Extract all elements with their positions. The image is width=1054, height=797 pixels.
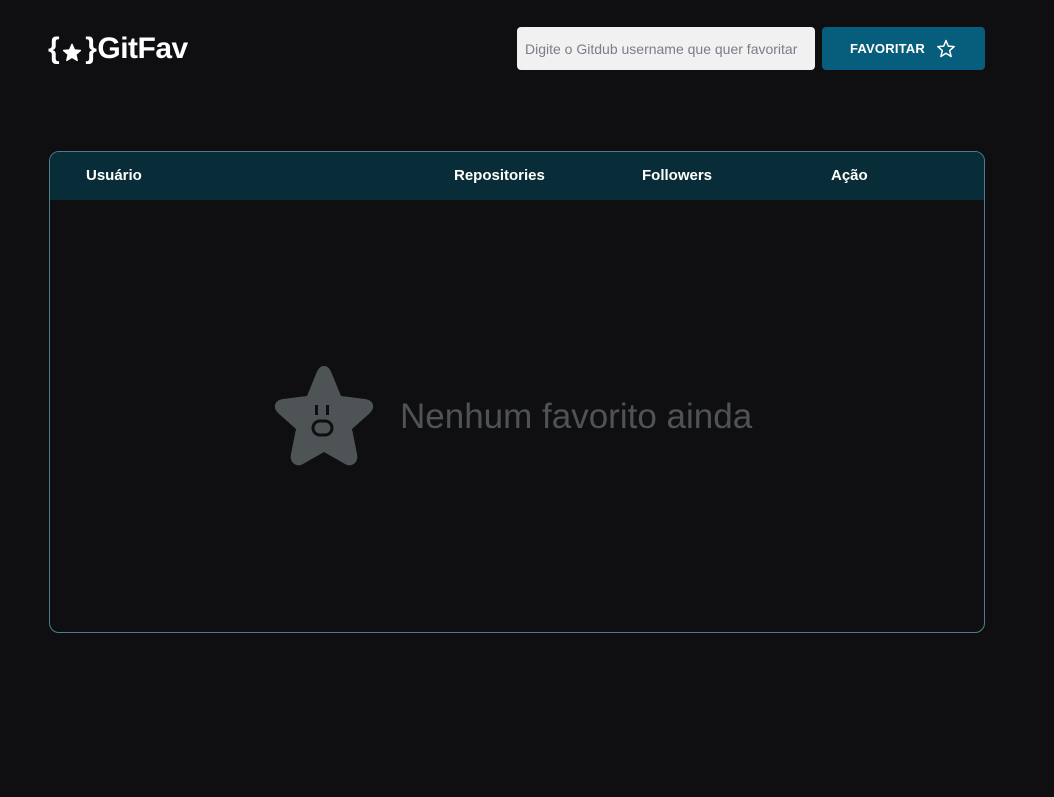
logo-text: GitFav — [97, 32, 188, 65]
username-search-input[interactable] — [517, 27, 815, 70]
logo-brace-close: } — [85, 32, 97, 65]
table-header: Usuário Repositories Followers Ação — [50, 152, 984, 200]
page: { } GitFav FAVORITAR Usuário Repositorie… — [0, 0, 1054, 797]
logo: { } GitFav — [48, 30, 188, 68]
star-icon — [61, 38, 83, 62]
favoritar-button-label: FAVORITAR — [850, 41, 925, 56]
column-header-repositories: Repositories — [454, 167, 545, 184]
favoritar-button[interactable]: FAVORITAR — [822, 27, 985, 70]
sad-star-icon — [262, 358, 386, 476]
logo-brace-open: { — [48, 32, 60, 65]
favorites-table: Usuário Repositories Followers Ação Nenh… — [49, 151, 985, 633]
column-header-followers: Followers — [642, 167, 713, 184]
star-outline-icon — [935, 38, 957, 60]
empty-state-message: Nenhum favorito ainda — [400, 397, 753, 436]
column-header-acao: Ação — [831, 167, 868, 184]
empty-state: Nenhum favorito ainda — [262, 358, 752, 476]
column-header-usuario: Usuário — [86, 167, 142, 184]
